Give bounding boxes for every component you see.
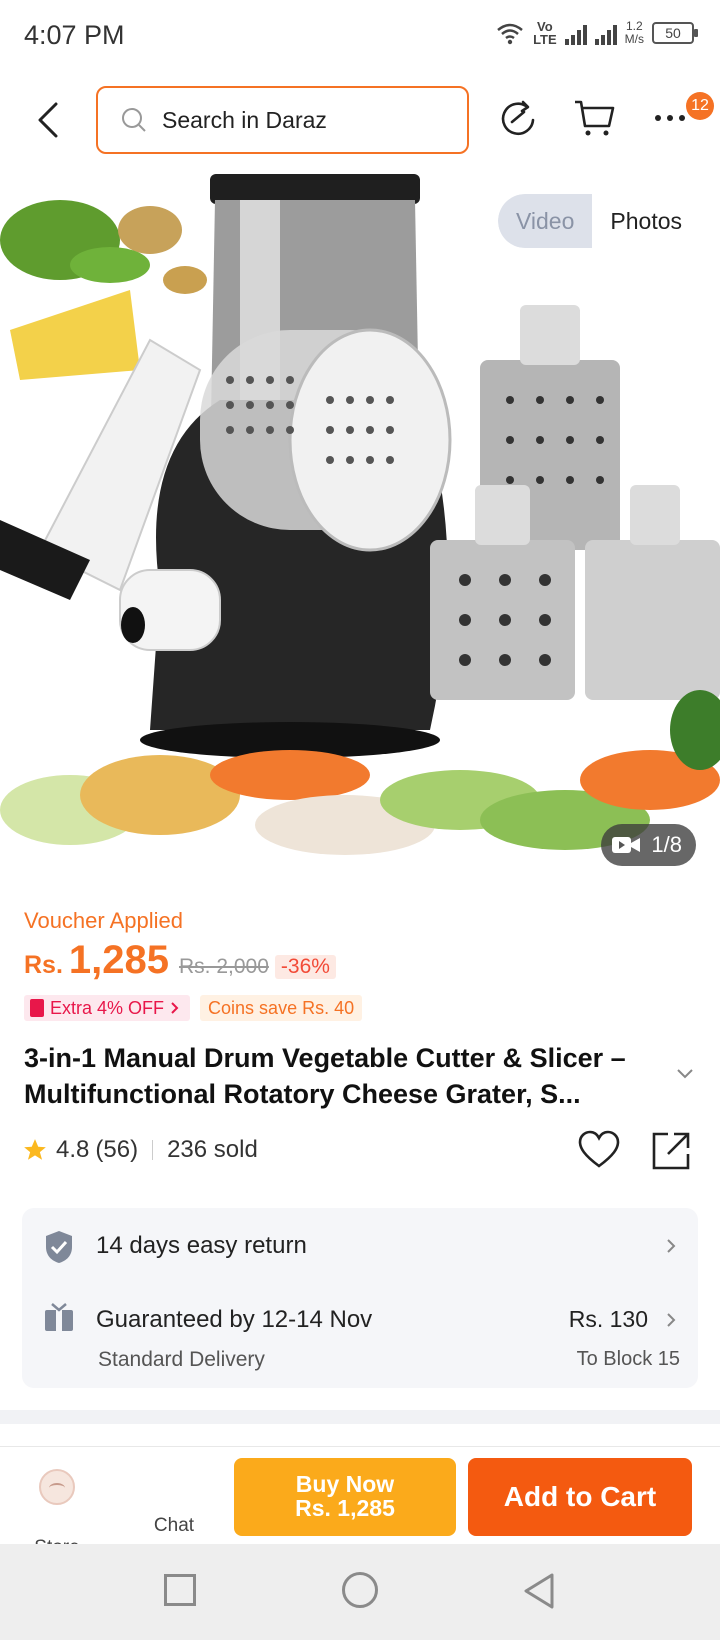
rating-value: 4.8 — [56, 1136, 90, 1163]
delivery-row[interactable]: Guaranteed by 12-14 Nov Standard Deliver… — [22, 1282, 698, 1388]
delivery-location: To Block 15 — [576, 1348, 680, 1370]
product-title: 3-in-1 Manual Drum Vegetable Cutter & Sl… — [24, 1043, 626, 1109]
sold-count: 236 sold — [167, 1136, 258, 1163]
bottom-action-bar: Store Chat Buy Now Rs. 1,285 Add to Cart — [0, 1446, 720, 1558]
media-toggle: Video Photos — [497, 194, 700, 248]
signal-icon — [564, 21, 587, 45]
search-placeholder: Search in Daraz — [162, 106, 327, 133]
shield-check-icon — [46, 1231, 72, 1263]
system-nav-bar — [0, 1544, 720, 1640]
wishlist-heart-icon[interactable] — [578, 1130, 620, 1170]
delivery-guarantee-label: Guaranteed by 12-14 Nov — [96, 1306, 373, 1333]
recent-apps-icon[interactable] — [164, 1574, 196, 1606]
rating-divider — [152, 1140, 154, 1160]
chevron-right-icon — [667, 1313, 676, 1327]
tab-photos[interactable]: Photos — [592, 194, 700, 248]
battery-icon: 50 — [652, 22, 698, 44]
easy-return-label: 14 days easy return — [96, 1232, 307, 1259]
star-icon — [24, 1139, 46, 1160]
product-image-gallery[interactable]: Video Photos 1/8 — [0, 170, 720, 888]
buy-now-label: Buy Now — [295, 1471, 395, 1497]
back-triangle-icon[interactable] — [522, 1572, 556, 1610]
chat-label: Chat — [153, 1515, 195, 1536]
chevron-right-icon — [171, 1002, 179, 1014]
add-to-cart-button[interactable]: Add to Cart — [468, 1458, 692, 1536]
status-icons: Vo LTE 1.2 M/s 50 — [495, 20, 698, 46]
cart-icon[interactable] — [572, 96, 616, 140]
share-icon[interactable] — [496, 96, 540, 140]
voucher-tag-icon — [30, 999, 44, 1017]
extra-off-promo[interactable]: Extra 4% OFF — [24, 995, 191, 1021]
image-counter-text: 1/8 — [651, 832, 682, 857]
share-external-icon[interactable] — [650, 1130, 692, 1172]
status-time: 4:07 PM — [24, 20, 125, 50]
chevron-right-icon — [667, 1239, 676, 1253]
store-button[interactable]: Store — [28, 1469, 86, 1558]
chat-button[interactable]: Chat — [146, 1447, 202, 1545]
section-divider — [0, 1410, 720, 1424]
delivery-type-label: Standard Delivery — [98, 1348, 265, 1371]
rating-row[interactable]: 4.8 (56) 236 sold — [22, 1136, 258, 1164]
gift-box-icon — [45, 1303, 73, 1331]
delivery-fee: Rs. 130 — [568, 1306, 648, 1332]
discount-badge: -36% — [274, 955, 336, 979]
search-icon — [122, 108, 146, 132]
coins-save-promo: Coins save Rs. 40 — [200, 995, 363, 1021]
back-arrow-icon[interactable] — [28, 98, 68, 142]
top-header: Search in Daraz — [0, 74, 720, 170]
service-box: 14 days easy return Guaranteed by 12-14 … — [22, 1208, 698, 1388]
signal-icon-2 — [594, 21, 617, 45]
home-icon[interactable] — [342, 1572, 378, 1608]
original-price: Rs. 2,000 — [179, 955, 269, 978]
voucher-applied-label: Voucher Applied — [24, 908, 184, 933]
product-image — [0, 174, 720, 855]
easy-return-row[interactable]: 14 days easy return — [22, 1208, 698, 1282]
store-avatar — [39, 1469, 75, 1505]
search-input[interactable]: Search in Daraz — [96, 86, 469, 154]
speed-unit: M/s — [624, 32, 644, 46]
video-camera-icon — [612, 837, 641, 853]
extra-off-label: Extra 4% OFF — [50, 998, 165, 1018]
cart-count-badge: 12 — [686, 92, 714, 120]
volte-indicator: Vo LTE — [533, 20, 557, 46]
status-bar: 4:07 PM Vo LTE 1.2 M/s 50 — [0, 0, 720, 74]
buy-now-button[interactable]: Buy Now Rs. 1,285 — [234, 1458, 456, 1536]
tab-video[interactable]: Video — [497, 194, 593, 248]
wifi-icon — [497, 23, 523, 45]
volte-bottom: LTE — [533, 32, 557, 47]
current-price: 1,285 — [68, 938, 170, 982]
review-count: (56) — [95, 1136, 139, 1163]
buy-now-price: Rs. 1,285 — [295, 1495, 395, 1521]
price-row: Rs. 1,285 Rs. 2,000 -36% — [24, 938, 336, 983]
image-counter: 1/8 — [601, 824, 696, 866]
network-speed: 1.2 M/s — [625, 20, 644, 46]
promo-row: Extra 4% OFF Coins save Rs. 40 — [24, 995, 363, 1021]
chevron-down-icon[interactable] — [676, 1068, 694, 1080]
price-currency: Rs. — [24, 951, 63, 979]
